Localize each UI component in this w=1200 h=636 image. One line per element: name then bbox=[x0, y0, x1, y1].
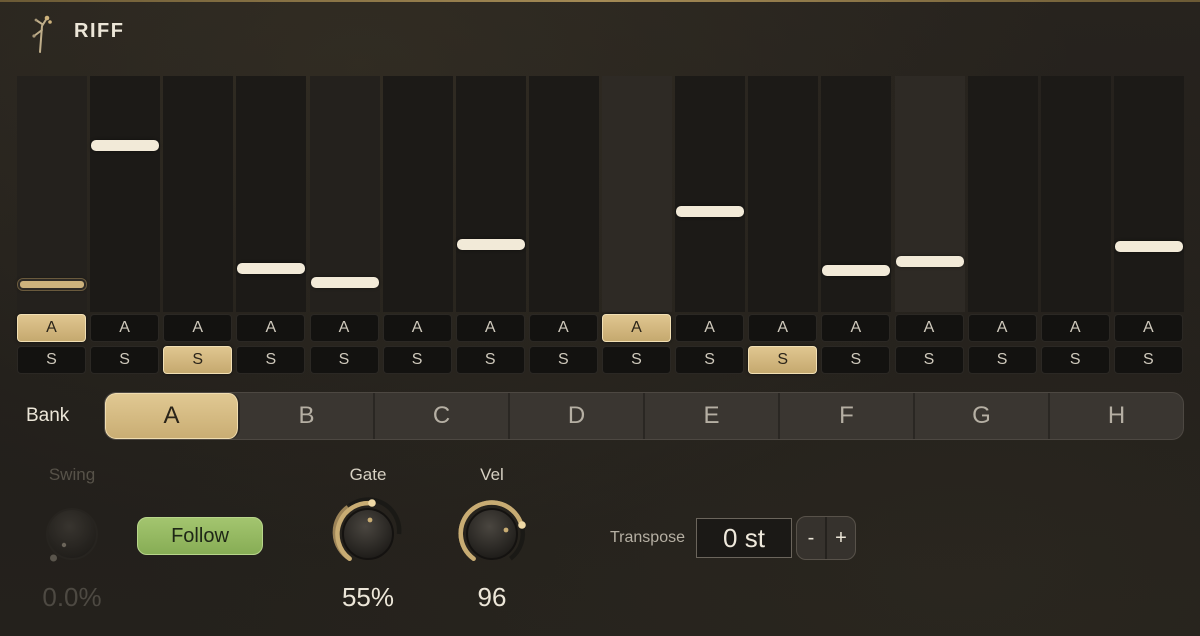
accent-toggle[interactable]: A bbox=[894, 314, 964, 342]
accent-toggle[interactable]: A bbox=[967, 314, 1037, 342]
transpose-stepper: - + bbox=[796, 516, 856, 560]
slide-toggle[interactable]: S bbox=[236, 346, 306, 374]
step-column[interactable] bbox=[967, 76, 1038, 312]
note-bar[interactable] bbox=[456, 239, 525, 250]
accent-toggle[interactable]: A bbox=[90, 314, 160, 342]
slide-toggle[interactable]: S bbox=[90, 346, 160, 374]
swing-label: Swing bbox=[48, 465, 96, 484]
swing-value: 0.0% bbox=[42, 582, 102, 612]
step-column[interactable] bbox=[309, 76, 380, 312]
step-column[interactable] bbox=[455, 76, 526, 312]
accent-toggle[interactable]: A bbox=[236, 314, 306, 342]
slide-toggle[interactable]: S bbox=[821, 346, 891, 374]
step-column[interactable] bbox=[90, 76, 161, 312]
note-bar[interactable] bbox=[895, 255, 964, 267]
velocity-knob[interactable] bbox=[454, 496, 530, 572]
step-column[interactable] bbox=[1113, 76, 1184, 312]
bank-tab-f[interactable]: F bbox=[780, 393, 915, 439]
note-bar[interactable] bbox=[1114, 241, 1183, 253]
step-column[interactable] bbox=[675, 76, 746, 312]
accent-toggle[interactable]: A bbox=[528, 314, 598, 342]
transpose-minus-button[interactable]: - bbox=[797, 517, 827, 559]
slide-toggle-row: SSSSSSSSSSSSSSSS bbox=[16, 346, 1186, 374]
bank-tab-d[interactable]: D bbox=[510, 393, 645, 439]
slide-toggle[interactable]: S bbox=[748, 346, 818, 374]
note-bar[interactable] bbox=[237, 262, 306, 274]
accent-toggle-row: AAAAAAAAAAAAAAAA bbox=[16, 314, 1186, 342]
gate-label: Gate bbox=[349, 465, 387, 484]
slide-toggle[interactable]: S bbox=[894, 346, 964, 374]
step-column[interactable] bbox=[821, 76, 892, 312]
bank-tab-h[interactable]: H bbox=[1050, 393, 1183, 439]
slide-toggle[interactable]: S bbox=[455, 346, 525, 374]
step-column[interactable] bbox=[748, 76, 819, 312]
slide-toggle[interactable]: S bbox=[1040, 346, 1110, 374]
slide-toggle[interactable]: S bbox=[602, 346, 671, 374]
riff-plugin-window: RIFF AAAAAAAAAAAAAAAA SSSSSSSSSSSSSSSS B… bbox=[0, 0, 1200, 636]
accent-toggle[interactable]: A bbox=[602, 314, 671, 342]
gate-knob[interactable] bbox=[330, 496, 406, 572]
slide-toggle[interactable]: S bbox=[528, 346, 598, 374]
note-bar[interactable] bbox=[676, 205, 745, 217]
accent-toggle[interactable]: A bbox=[821, 314, 891, 342]
slide-toggle[interactable]: S bbox=[967, 346, 1037, 374]
slide-toggle[interactable]: S bbox=[17, 346, 86, 374]
bank-label: Bank bbox=[26, 405, 70, 426]
step-sequencer-grid bbox=[16, 76, 1186, 312]
gate-value: 55% bbox=[341, 582, 395, 612]
accent-toggle[interactable]: A bbox=[748, 314, 818, 342]
step-column[interactable] bbox=[236, 76, 307, 312]
slide-toggle[interactable]: S bbox=[675, 346, 745, 374]
slide-toggle[interactable]: S bbox=[1113, 346, 1183, 374]
slide-toggle[interactable]: S bbox=[163, 346, 233, 374]
vel-value: 96 bbox=[477, 582, 507, 612]
step-column[interactable] bbox=[1040, 76, 1111, 312]
bank-tab-a[interactable]: A bbox=[105, 393, 240, 439]
slide-toggle[interactable]: S bbox=[382, 346, 452, 374]
follow-button[interactable]: Follow bbox=[137, 517, 263, 555]
accent-toggle[interactable]: A bbox=[675, 314, 745, 342]
accent-toggle[interactable]: A bbox=[309, 314, 379, 342]
slide-toggle[interactable]: S bbox=[309, 346, 379, 374]
swing-knob[interactable] bbox=[34, 496, 110, 572]
accent-toggle[interactable]: A bbox=[1040, 314, 1110, 342]
accent-toggle[interactable]: A bbox=[163, 314, 233, 342]
bank-tab-c[interactable]: C bbox=[375, 393, 510, 439]
transpose-value-field[interactable]: 0 st bbox=[696, 518, 792, 558]
step-column[interactable] bbox=[894, 76, 965, 312]
note-bar[interactable] bbox=[91, 139, 160, 151]
bank-selector: ABCDEFGH bbox=[104, 392, 1184, 440]
riff-logo-icon bbox=[32, 15, 52, 53]
transpose-plus-button[interactable]: + bbox=[827, 517, 855, 559]
accent-toggle[interactable]: A bbox=[455, 314, 525, 342]
app-title: RIFF bbox=[74, 20, 125, 42]
step-column[interactable] bbox=[17, 76, 87, 312]
accent-toggle[interactable]: A bbox=[17, 314, 86, 342]
note-bar[interactable] bbox=[822, 264, 891, 276]
note-bar[interactable] bbox=[17, 278, 87, 292]
step-column[interactable] bbox=[382, 76, 453, 312]
step-column[interactable] bbox=[602, 76, 672, 312]
step-column[interactable] bbox=[163, 76, 234, 312]
bank-tab-e[interactable]: E bbox=[645, 393, 780, 439]
transpose-label: Transpose bbox=[610, 529, 685, 546]
vel-label: Vel bbox=[480, 465, 504, 484]
note-bar[interactable] bbox=[310, 276, 379, 288]
bank-tab-g[interactable]: G bbox=[915, 393, 1050, 439]
header: RIFF bbox=[0, 2, 1200, 76]
bank-tab-b[interactable]: B bbox=[240, 393, 375, 439]
accent-toggle[interactable]: A bbox=[1113, 314, 1183, 342]
step-column[interactable] bbox=[528, 76, 599, 312]
accent-toggle[interactable]: A bbox=[382, 314, 452, 342]
